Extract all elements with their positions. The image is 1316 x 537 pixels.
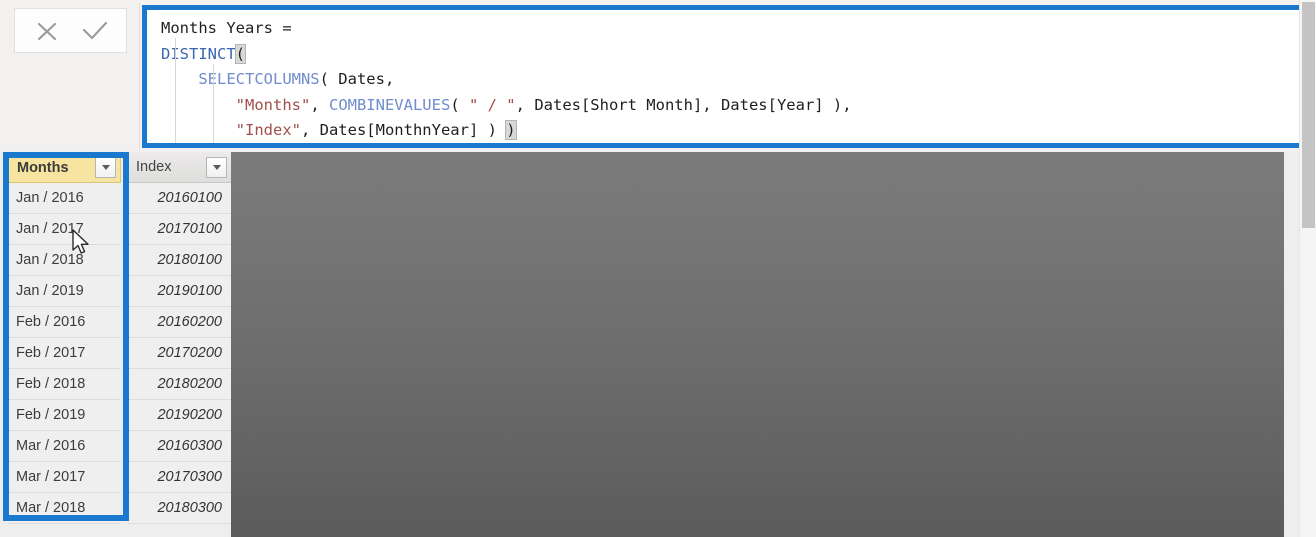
grid-cell-months[interactable]: Feb / 2019 (8, 400, 121, 431)
grid-cell-index[interactable]: 20170200 (128, 338, 231, 369)
formula-commit-box (14, 8, 127, 53)
grid-cell-months[interactable]: Jan / 2018 (8, 245, 121, 276)
formula-token-plain: ( Dates, (319, 70, 395, 88)
grid-cell-index[interactable]: 20160200 (128, 307, 231, 338)
formula-token-plain: ( (450, 95, 469, 114)
grid-empty-area (231, 152, 1284, 537)
formula-token-fn: SELECTCOLUMNS (161, 70, 320, 88)
chevron-down-icon[interactable] (206, 156, 227, 178)
grid-cell-months[interactable]: Mar / 2016 (8, 431, 121, 462)
grid-cell-months[interactable]: Jan / 2017 (8, 214, 121, 245)
indent-guide-2 (213, 64, 214, 143)
grid-cell-months[interactable]: Mar / 2018 (8, 493, 121, 524)
column-index: Index 20160100 20170100 20180100 20190100 20… (128, 152, 231, 537)
grid-cell-index[interactable]: 20190100 (128, 276, 231, 307)
chevron-down-icon[interactable] (95, 157, 116, 178)
formula-token-paren-hl: ) (505, 120, 517, 140)
column-header-index[interactable]: Index (128, 152, 231, 183)
grid-cell-index[interactable]: 20160300 (128, 431, 231, 462)
formula-line: DISTINCT( (161, 42, 1306, 68)
grid-cell-index[interactable]: 20170300 (128, 462, 231, 493)
grid-columns: Months Jan / 2016 Jan / 2017 Jan / 2018 Jan… (0, 152, 231, 537)
formula-token-str: "Months" (161, 95, 311, 114)
grid-cell-months[interactable]: Feb / 2017 (8, 338, 121, 369)
scrollbar-thumb[interactable] (1302, 2, 1315, 228)
app-root: Months Years = DISTINCT( SELECTCOLUMNS( D… (0, 0, 1316, 537)
formula-token-plain: Months Years = (161, 19, 292, 37)
formula-token-kw: DISTINCT (161, 44, 236, 63)
grid-cell-index[interactable]: 20180300 (128, 493, 231, 524)
formula-line: Months Years = (161, 16, 1306, 42)
grid-cell-months[interactable]: Mar / 2017 (8, 462, 121, 493)
formula-token-str: " / " (468, 95, 516, 114)
formula-token-plain: , (310, 95, 329, 114)
grid-cell-months[interactable]: Jan / 2016 (8, 183, 121, 214)
column-index-cells: 20160100 20170100 20180100 20190100 20160200… (128, 183, 231, 524)
column-months: Months Jan / 2016 Jan / 2017 Jan / 2018 Jan… (8, 152, 121, 537)
grid-cell-index[interactable]: 20180200 (128, 369, 231, 400)
formula-code: Months Years = DISTINCT( SELECTCOLUMNS( D… (161, 16, 1306, 143)
formula-token-plain: , Dates[Short Month], Dates[Year] ), (515, 95, 852, 114)
formula-token-fn: COMBINEVALUES (328, 95, 451, 114)
indent-guide-1 (175, 38, 176, 143)
formula-line: "Months", COMBINEVALUES( " / ", Dates[Sh… (161, 93, 1306, 119)
formula-highlight-box: Months Years = DISTINCT( SELECTCOLUMNS( D… (142, 5, 1311, 148)
cancel-icon[interactable] (30, 14, 64, 48)
grid-cell-months[interactable]: Jan / 2019 (8, 276, 121, 307)
column-header-index-label: Index (136, 159, 172, 175)
grid-cell-index[interactable]: 20190200 (128, 400, 231, 431)
column-header-months[interactable]: Months (8, 152, 121, 183)
formula-editor[interactable]: Months Years = DISTINCT( SELECTCOLUMNS( D… (147, 10, 1306, 143)
formula-line: SELECTCOLUMNS( Dates, (161, 67, 1306, 93)
checkmark-icon[interactable] (78, 14, 112, 48)
data-grid-region: Months Jan / 2016 Jan / 2017 Jan / 2018 Jan… (0, 152, 1316, 537)
grid-cell-index[interactable]: 20170100 (128, 214, 231, 245)
grid-cell-months[interactable]: Feb / 2016 (8, 307, 121, 338)
formula-line: "Index", Dates[MonthnYear] ) ) (161, 118, 1306, 143)
formula-bar-region: Months Years = DISTINCT( SELECTCOLUMNS( D… (0, 0, 1316, 150)
column-months-cells: Jan / 2016 Jan / 2017 Jan / 2018 Jan / 2019… (8, 183, 121, 524)
formula-token-paren-hl: ( (234, 43, 246, 64)
grid-cell-index[interactable]: 20160100 (128, 183, 231, 214)
formula-commit-panel (0, 3, 140, 150)
column-header-months-label: Months (17, 159, 69, 176)
formula-token-plain: , Dates[MonthnYear] ) (300, 121, 507, 139)
grid-cell-months[interactable]: Feb / 2018 (8, 369, 121, 400)
formula-token-str: "Index" (161, 121, 301, 139)
grid-cell-index[interactable]: 20180100 (128, 245, 231, 276)
vertical-scrollbar[interactable] (1299, 0, 1316, 537)
